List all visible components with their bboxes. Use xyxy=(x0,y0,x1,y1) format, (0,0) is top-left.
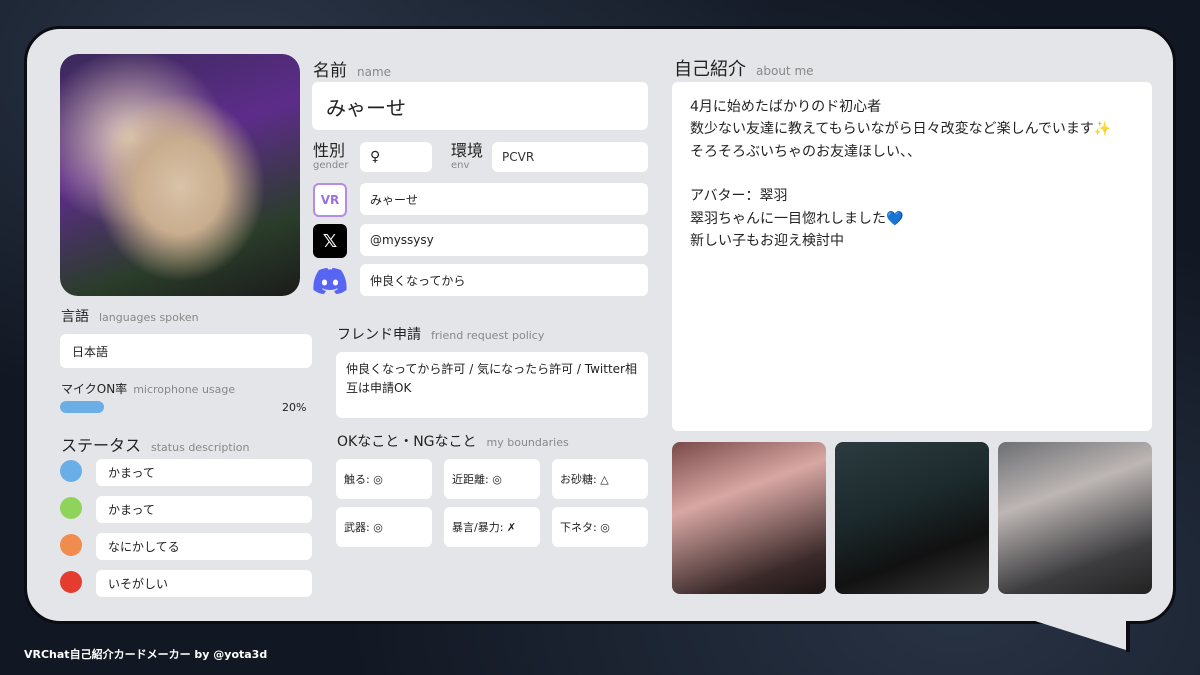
status-label-en: status description xyxy=(151,441,250,454)
gender-label-en: gender xyxy=(313,160,349,171)
gender-value: ♀ xyxy=(370,149,381,165)
about-line: アバター：翠羽 xyxy=(690,188,788,205)
mic-label-jp: マイクON率 xyxy=(61,382,128,396)
boundary-text: 触る: ◎ xyxy=(344,473,383,486)
x-field: @myssysy xyxy=(360,224,648,256)
footer-credit: VRChat自己紹介カードメーカー by @yota3d xyxy=(24,648,268,661)
about-label-jp: 自己紹介 xyxy=(674,59,746,80)
friend-request-label-jp: フレンド申請 xyxy=(337,327,421,343)
about-line: そろそろぶいちゃのお友達ほしい、、 xyxy=(690,143,921,160)
x-value: @myssysy xyxy=(370,233,434,247)
name-label-en: name xyxy=(357,65,392,79)
about-label: 自己紹介 about me xyxy=(674,55,814,81)
discord-field: 仲良くなってから xyxy=(360,264,648,296)
status-item-text: なにかしてる xyxy=(108,540,180,554)
name-label: 名前 name xyxy=(313,56,391,81)
discord-value: 仲良くなってから xyxy=(370,273,466,288)
speech-tail xyxy=(1032,620,1126,650)
about-field: 4月に始めたばかりのド初心者 数少ない友達に教えてもらいながら日々改変など楽しん… xyxy=(672,82,1152,431)
status-dot-green xyxy=(60,497,82,519)
status-label-jp: ステータス xyxy=(61,436,142,455)
status-dot-red xyxy=(60,571,82,593)
about-line: 新しい子もお迎え検討中 xyxy=(690,232,844,249)
languages-value: 日本語 xyxy=(72,344,109,359)
mic-bar-track xyxy=(60,401,280,413)
gallery-photo-1 xyxy=(672,442,826,594)
status-dot-orange xyxy=(60,534,82,556)
boundary-item: 触る: ◎ xyxy=(336,459,432,499)
status-item: いそがしい xyxy=(96,570,312,597)
status-item-text: いそがしい xyxy=(108,577,169,591)
env-label-en: env xyxy=(451,160,470,171)
mic-label-en: microphone usage xyxy=(133,383,236,396)
friend-request-label-en: friend request policy xyxy=(431,329,545,342)
boundary-text: 武器: ◎ xyxy=(344,521,383,534)
env-value: PCVR xyxy=(502,150,535,164)
boundary-text: 暴言/暴力: ✗ xyxy=(452,521,517,534)
env-field: PCVR xyxy=(492,142,648,172)
boundary-item: 近距離: ◎ xyxy=(444,459,540,499)
vrchat-field: みゃーせ xyxy=(360,183,648,215)
status-item-text: かまって xyxy=(108,466,155,480)
boundary-text: お砂糖: △ xyxy=(560,473,609,486)
env-label: 環境 env xyxy=(451,143,483,171)
boundary-text: 下ネタ: ◎ xyxy=(560,521,610,534)
mic-bar-fill xyxy=(60,401,104,413)
boundaries-label-jp: OKなこと・NGなこと xyxy=(337,434,477,450)
gallery-photo-2 xyxy=(835,442,989,594)
status-item: なにかしてる xyxy=(96,533,312,560)
status-item: かまって xyxy=(96,496,312,523)
languages-label-jp: 言語 xyxy=(61,309,89,325)
vrchat-value: みゃーせ xyxy=(370,192,419,207)
status-label: ステータス status description xyxy=(61,432,249,456)
boundary-item: 暴言/暴力: ✗ xyxy=(444,507,540,547)
name-field: みゃーせ xyxy=(312,82,648,130)
gender-label-jp: 性別 xyxy=(313,141,346,160)
boundaries-label-en: my boundaries xyxy=(486,436,569,449)
about-line: 数少ない友達に教えてもらいながら日々改変など楽しんでいます✨ xyxy=(690,121,1112,138)
about-label-en: about me xyxy=(756,64,814,78)
boundary-item: お砂糖: △ xyxy=(552,459,648,499)
friend-request-field: 仲良くなってから許可 / 気になったら許可 / Twitter相互は申請OK xyxy=(336,352,648,418)
gender-label: 性別 gender xyxy=(313,143,348,171)
about-line: 4月に始めたばかりのド初心者 xyxy=(690,99,882,115)
languages-label: 言語 languages spoken xyxy=(61,306,199,326)
about-line: 翠羽ちゃんに一目惚れしました💙 xyxy=(690,210,904,227)
env-label-jp: 環境 xyxy=(451,141,484,160)
status-item: かまって xyxy=(96,459,312,486)
x-icon: 𝕏 xyxy=(313,224,347,258)
languages-field: 日本語 xyxy=(60,334,312,368)
mic-label: マイクON率 microphone usage xyxy=(61,378,235,397)
gallery-photo-3 xyxy=(998,442,1152,594)
gender-field: ♀ xyxy=(360,142,432,172)
discord-icon xyxy=(313,264,347,298)
boundaries-label: OKなこと・NGなこと my boundaries xyxy=(337,431,569,451)
avatar-photo xyxy=(60,54,300,296)
boundary-item: 下ネタ: ◎ xyxy=(552,507,648,547)
name-label-jp: 名前 xyxy=(313,61,347,81)
boundary-item: 武器: ◎ xyxy=(336,507,432,547)
mic-value: 20% xyxy=(282,401,307,414)
languages-label-en: languages spoken xyxy=(99,311,199,324)
boundary-text: 近距離: ◎ xyxy=(452,473,502,486)
vrchat-icon: VR xyxy=(313,183,347,217)
status-item-text: かまって xyxy=(108,503,155,517)
name-value: みゃーせ xyxy=(326,95,406,120)
about-line xyxy=(690,163,1134,185)
friend-request-label: フレンド申請 friend request policy xyxy=(337,324,544,344)
status-dot-blue xyxy=(60,460,82,482)
